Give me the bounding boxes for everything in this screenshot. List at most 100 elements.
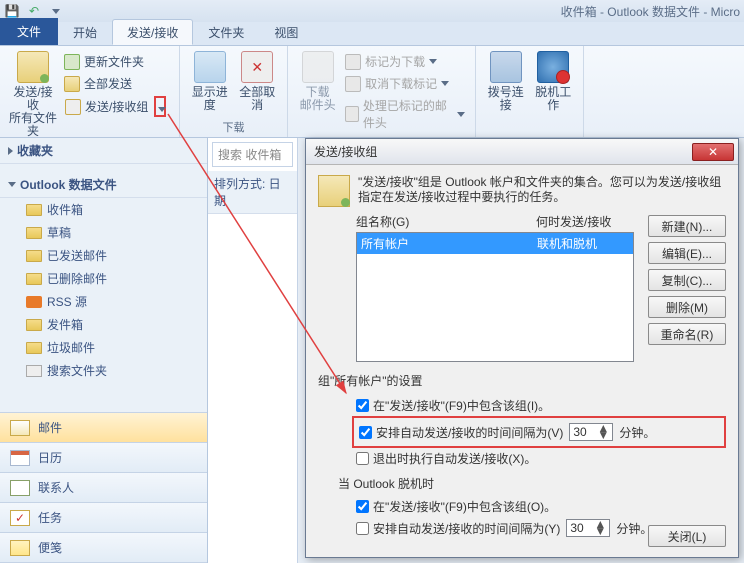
folder-sent[interactable]: 已发送邮件 bbox=[0, 244, 207, 267]
rename-button[interactable]: 重命名(R) bbox=[648, 323, 726, 345]
work-offline-button[interactable]: 脱机工作 bbox=[530, 49, 578, 114]
save-icon[interactable]: 💾 bbox=[4, 3, 20, 19]
update-folder-button[interactable]: 更新文件夹 bbox=[60, 51, 167, 72]
folder-tree: 收件箱 草稿 已发送邮件 已删除邮件 RSS 源 发件箱 垃圾邮件 搜索文件夹 bbox=[0, 198, 207, 412]
nav-module-buttons: 邮件 日历 联系人 任务 便笺 bbox=[0, 412, 207, 563]
send-receive-all-button[interactable]: 发送/接收 所有文件夹 bbox=[6, 49, 60, 140]
folder-icon bbox=[26, 342, 42, 354]
favorites-header[interactable]: 收藏夹 bbox=[0, 138, 207, 164]
auto-interval-offline-checkbox[interactable] bbox=[356, 522, 369, 535]
navigation-pane: 收藏夹 Outlook 数据文件 收件箱 草稿 已发送邮件 已删除邮件 RSS … bbox=[0, 138, 208, 563]
ribbon: 发送/接收 所有文件夹 更新文件夹 全部发送 发送/接收组 发送和接收 显示进度 bbox=[0, 46, 744, 138]
folder-junk[interactable]: 垃圾邮件 bbox=[0, 336, 207, 359]
dial-connect-button[interactable]: 拨号连接 bbox=[482, 49, 530, 114]
unmark-download-button: 取消下载标记 bbox=[341, 73, 469, 94]
undo-icon[interactable]: ↶ bbox=[26, 3, 42, 19]
edit-button[interactable]: 编辑(E)... bbox=[648, 242, 726, 264]
cancel-icon bbox=[241, 51, 273, 83]
dropdown-arrow-icon[interactable] bbox=[154, 96, 166, 117]
tab-folder[interactable]: 文件夹 bbox=[193, 19, 259, 45]
dialog-title: 发送/接收组 bbox=[314, 143, 692, 160]
folder-icon bbox=[26, 250, 42, 262]
search-folder-icon bbox=[26, 365, 42, 377]
dial-icon bbox=[490, 51, 522, 83]
auto-interval-checkbox[interactable] bbox=[359, 426, 372, 439]
tasks-icon bbox=[10, 510, 30, 526]
message-list-pane: 搜索 收件箱 排列方式: 日期 bbox=[208, 138, 298, 563]
search-input[interactable]: 搜索 收件箱 bbox=[212, 142, 293, 167]
nav-notes[interactable]: 便笺 bbox=[0, 533, 207, 563]
globe-offline-icon bbox=[537, 51, 569, 83]
unmark-icon bbox=[345, 76, 361, 92]
send-receive-icon bbox=[17, 51, 49, 83]
folder-outbox[interactable]: 发件箱 bbox=[0, 313, 207, 336]
folder-inbox[interactable]: 收件箱 bbox=[0, 198, 207, 221]
auto-interval-row: 安排自动发送/接收的时间间隔为(V) 30 ▲▼ 分钟。 bbox=[357, 421, 721, 443]
show-progress-button[interactable]: 显示进度 bbox=[186, 49, 234, 114]
download-headers-button: 下载 邮件头 bbox=[294, 49, 341, 114]
rss-icon bbox=[26, 296, 42, 308]
datafile-header[interactable]: Outlook 数据文件 bbox=[0, 172, 207, 198]
refresh-icon bbox=[64, 54, 80, 70]
column-group-name: 组名称(G) bbox=[356, 213, 536, 230]
send-all-icon bbox=[64, 76, 80, 92]
on-exit-checkbox[interactable] bbox=[356, 452, 369, 465]
cancel-all-button[interactable]: 全部取消 bbox=[234, 49, 282, 114]
tab-view[interactable]: 视图 bbox=[259, 19, 313, 45]
interval-spinner[interactable]: 30 ▲▼ bbox=[569, 423, 613, 441]
sort-header[interactable]: 排列方式: 日期 bbox=[208, 171, 297, 214]
quick-access-toolbar: 💾 ↶ bbox=[4, 3, 64, 19]
qat-dropdown-icon[interactable] bbox=[48, 3, 64, 19]
column-when: 何时发送/接收 bbox=[536, 213, 611, 230]
dialog-icon bbox=[318, 175, 350, 207]
notes-icon bbox=[10, 540, 30, 556]
folder-icon bbox=[26, 319, 42, 331]
mark-icon bbox=[345, 54, 361, 70]
copy-button[interactable]: 复制(C)... bbox=[648, 269, 726, 291]
calendar-icon bbox=[10, 450, 30, 466]
highlight-box: 安排自动发送/接收的时间间隔为(V) 30 ▲▼ 分钟。 bbox=[352, 416, 726, 448]
new-button[interactable]: 新建(N)... bbox=[648, 215, 726, 237]
progress-icon bbox=[194, 51, 226, 83]
dialog-close-button[interactable]: ✕ bbox=[692, 143, 734, 161]
include-f9-offline-row: 在"发送/接收"(F9)中包含该组(O)。 bbox=[318, 496, 726, 517]
groups-listbox[interactable]: 所有帐户 联机和脱机 bbox=[356, 232, 634, 362]
tab-home[interactable]: 开始 bbox=[58, 19, 112, 45]
nav-contacts[interactable]: 联系人 bbox=[0, 473, 207, 503]
folder-icon bbox=[26, 204, 42, 216]
folder-icon bbox=[26, 227, 42, 239]
send-receive-groups-dialog: 发送/接收组 ✕ "发送/接收"组是 Outlook 帐户和文件夹的集合。您可以… bbox=[305, 138, 739, 558]
send-all-button[interactable]: 全部发送 bbox=[60, 73, 167, 94]
contacts-icon bbox=[10, 480, 30, 496]
send-receive-groups-button[interactable]: 发送/接收组 bbox=[60, 95, 167, 118]
include-f9-checkbox-row: 在"发送/接收"(F9)中包含该组(I)。 bbox=[318, 395, 726, 416]
folder-icon bbox=[26, 273, 42, 285]
tab-file[interactable]: 文件 bbox=[0, 18, 58, 45]
close-button[interactable]: 关闭(L) bbox=[648, 525, 726, 547]
include-f9-offline-checkbox[interactable] bbox=[356, 500, 369, 513]
interval-offline-spinner[interactable]: 30 ▲▼ bbox=[566, 519, 610, 537]
remove-button[interactable]: 删除(M) bbox=[648, 296, 726, 318]
group-settings-label: 组"所有帐户"的设置 bbox=[318, 372, 726, 389]
dialog-description: "发送/接收"组是 Outlook 帐户和文件夹的集合。您可以为发送/接收组指定… bbox=[358, 175, 726, 205]
list-row-all-accounts[interactable]: 所有帐户 联机和脱机 bbox=[357, 233, 633, 254]
mark-download-button: 标记为下载 bbox=[341, 51, 469, 72]
process-icon bbox=[345, 106, 359, 122]
group-icon bbox=[65, 99, 81, 115]
folder-search[interactable]: 搜索文件夹 bbox=[0, 359, 207, 382]
mail-icon bbox=[10, 420, 30, 436]
nav-tasks[interactable]: 任务 bbox=[0, 503, 207, 533]
download-icon bbox=[302, 51, 334, 83]
include-f9-checkbox[interactable] bbox=[356, 399, 369, 412]
tab-send-receive[interactable]: 发送/接收 bbox=[112, 19, 193, 45]
folder-deleted[interactable]: 已删除邮件 bbox=[0, 267, 207, 290]
nav-calendar[interactable]: 日历 bbox=[0, 443, 207, 473]
dialog-title-bar: 发送/接收组 ✕ bbox=[306, 139, 738, 165]
ribbon-tabs: 文件 开始 发送/接收 文件夹 视图 bbox=[0, 22, 744, 46]
window-title: 收件箱 - Outlook 数据文件 - Micro bbox=[561, 3, 740, 20]
folder-drafts[interactable]: 草稿 bbox=[0, 221, 207, 244]
group-label-download: 下载 bbox=[186, 117, 281, 137]
process-marked-button: 处理已标记的邮件头 bbox=[341, 95, 469, 133]
folder-rss[interactable]: RSS 源 bbox=[0, 290, 207, 313]
nav-mail[interactable]: 邮件 bbox=[0, 413, 207, 443]
